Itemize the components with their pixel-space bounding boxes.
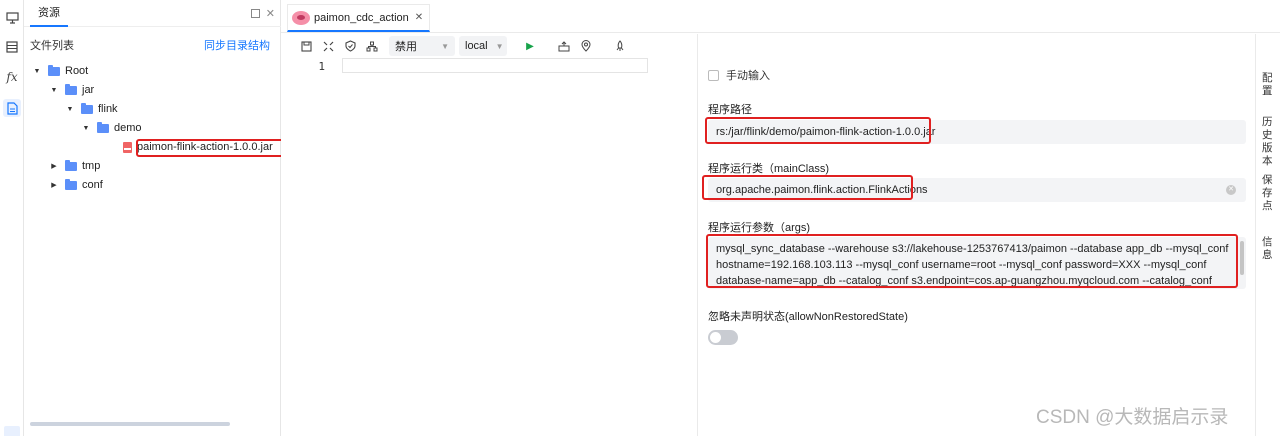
monitor-icon[interactable] [3,9,21,27]
resource-panel: 资源 ✕ 文件列表 同步目录结构 ▼ Root ▼ jar ▼ flink ▼ … [24,0,304,436]
save-icon[interactable] [295,36,317,56]
close-icon[interactable]: ✕ [415,12,423,23]
side-tab-savepoints[interactable]: 保存点 [1262,174,1274,213]
args-label: 程序运行参数（args) [708,222,811,234]
tree-node-label: tmp [82,160,101,172]
tree-node-root[interactable]: ▼ Root [32,62,88,80]
jar-file-highlight [136,139,289,157]
line-gutter: 1 [281,58,341,78]
tree-node-jar[interactable]: ▼ jar [49,81,94,99]
side-tab-history[interactable]: 历史版本 [1262,116,1274,168]
folder-icon [65,159,77,171]
flink-logo-icon [292,10,310,25]
jar-file-icon [123,141,132,153]
textarea-scrollbar[interactable] [1240,241,1244,275]
tree-node-label: flink [98,103,118,115]
folder-icon [48,64,60,76]
app-window: fx 资源 资源 ✕ 文件列表 同步目录结构 ▼ Root ▼ jar ▼ [0,0,1280,436]
tree-node-demo[interactable]: ▼ demo [81,119,142,137]
chevron-down-icon: ▼ [441,41,449,51]
mode-select-value: 禁用 [395,41,417,53]
allow-non-restored-toggle[interactable] [708,330,738,345]
rail-bottom-button[interactable] [4,426,20,436]
manual-input-checkbox[interactable] [708,69,719,81]
tree-node-label: conf [82,179,103,191]
manual-input-label: 手动输入 [726,70,770,82]
watermark: CSDN @大数据启示录 [1036,407,1229,428]
tree-node-label: jar [82,84,95,96]
close-icon[interactable]: ✕ [266,7,275,20]
caret-down-icon[interactable]: ▼ [49,87,59,94]
maximize-icon[interactable] [250,9,260,18]
left-rail: fx [0,0,24,436]
rocket-icon[interactable] [609,36,631,56]
tab-resources[interactable]: 资源 [30,0,68,27]
caret-down-icon[interactable]: ▼ [32,68,42,75]
folder-icon [65,83,77,95]
horizontal-scrollbar[interactable] [30,422,230,426]
location-icon[interactable] [575,36,597,56]
tree-node-label: demo [114,122,142,134]
folder-icon [97,121,109,133]
folder-icon [81,102,93,114]
line-number: 1 [318,60,325,73]
structure-icon[interactable] [361,36,383,56]
main-class-highlight [702,175,913,200]
deploy-icon[interactable] [553,36,575,56]
folder-icon [65,178,77,190]
program-path-label: 程序路径 [708,104,752,116]
tab-label: paimon_cdc_action [314,11,409,24]
tab-paimon-cdc-action[interactable]: paimon_cdc_action ✕ [287,4,431,32]
tree-node-flink[interactable]: ▼ flink [65,100,118,118]
config-panel: 手动输入 程序路径 rs:/jar/flink/demo/paimon-flin… [697,34,1255,436]
caret-right-icon[interactable]: ▶ [49,181,59,189]
file-icon[interactable] [3,99,21,117]
sync-directory-link[interactable]: 同步目录结构 [204,37,270,53]
run-icon[interactable]: ▶ [519,36,541,56]
tree-node-label: Root [65,65,89,77]
chevron-down-icon: ▼ [495,41,504,51]
table-icon[interactable] [3,38,21,56]
expand-icon[interactable] [317,36,339,56]
environment-select[interactable]: local ▼ [459,36,507,56]
mode-select[interactable]: 禁用 ▼ [389,36,455,56]
side-tab-info[interactable]: 信息 [1262,236,1274,262]
args-highlight [706,234,1238,288]
clear-icon[interactable]: ✕ [1226,185,1236,195]
right-side-tabs: 配置 历史版本 保存点 信息 [1255,34,1280,436]
document-tab-bar: paimon_cdc_action ✕ [281,0,1280,33]
program-path-highlight [705,117,931,144]
function-icon[interactable]: fx [3,68,21,86]
main-class-label: 程序运行类（mainClass) [708,163,830,175]
caret-down-icon[interactable]: ▼ [81,125,91,132]
file-list-label: 文件列表 [30,40,74,52]
caret-right-icon[interactable]: ▶ [49,162,59,170]
allow-non-restored-label: 忽略未声明状态(allowNonRestoredState) [708,311,908,323]
editor-area: paimon_cdc_action ✕ 禁用 ▼ local ▼ ▶ 1 [281,0,1280,436]
manual-input-row[interactable]: 手动输入 [708,67,770,83]
side-tab-config[interactable]: 配置 [1262,72,1274,98]
resource-panel-header: 资源 ✕ [24,0,281,27]
caret-down-icon[interactable]: ▼ [65,106,75,113]
shield-check-icon[interactable] [339,36,361,56]
tree-node-tmp[interactable]: ▶ tmp [49,157,100,175]
editor-toolbar: 禁用 ▼ local ▼ ▶ [281,34,697,58]
tree-node-conf[interactable]: ▶ conf [49,176,103,194]
code-editor-line[interactable] [342,58,648,73]
environment-select-value: local [465,40,488,52]
